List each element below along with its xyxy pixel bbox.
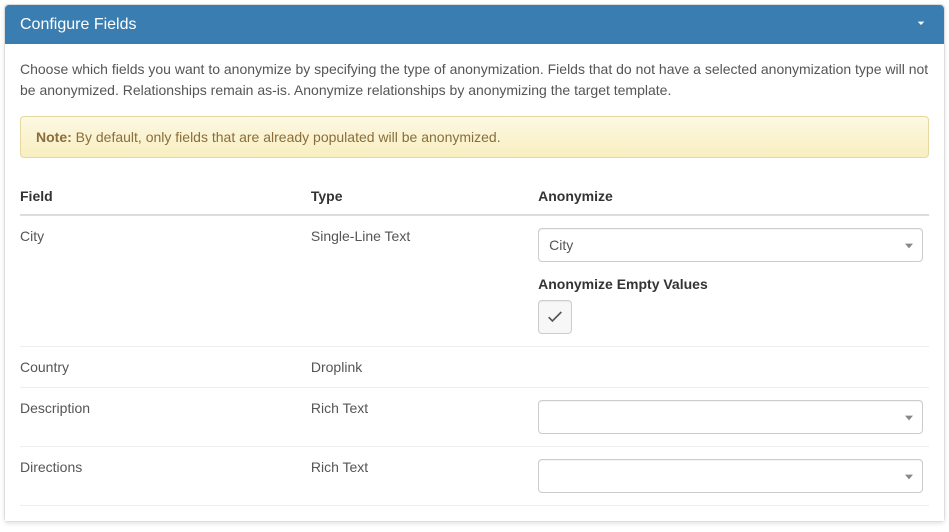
fields-table: Field Type Anonymize City Single-Line Te…: [20, 178, 929, 506]
anonymize-empty-label: Anonymize Empty Values: [538, 276, 923, 292]
table-row: Description Rich Text: [20, 388, 929, 447]
table-row: City Single-Line Text City Anonymize Emp…: [20, 215, 929, 347]
col-header-type: Type: [311, 178, 538, 215]
anonymize-select[interactable]: [538, 400, 923, 434]
anonymize-empty-checkbox[interactable]: [538, 300, 572, 334]
col-header-anonymize: Anonymize: [538, 178, 929, 215]
chevron-down-icon[interactable]: [913, 15, 929, 34]
cell-field: Description: [20, 388, 311, 447]
cell-anonymize: [538, 347, 929, 388]
panel-title: Configure Fields: [20, 16, 137, 34]
cell-field: City: [20, 215, 311, 347]
cell-anonymize: City Anonymize Empty Values: [538, 215, 929, 347]
anonymize-select[interactable]: [538, 459, 923, 493]
col-header-field: Field: [20, 178, 311, 215]
panel-header[interactable]: Configure Fields: [5, 5, 944, 44]
note-label: Note:: [36, 129, 72, 145]
panel-description: Choose which fields you want to anonymiz…: [20, 59, 929, 101]
note-text: By default, only fields that are already…: [76, 129, 501, 145]
cell-anonymize: [538, 447, 929, 506]
cell-anonymize: [538, 388, 929, 447]
configure-fields-panel: Configure Fields Choose which fields you…: [4, 4, 945, 522]
table-row: Country Droplink: [20, 347, 929, 388]
cell-type: Rich Text: [311, 388, 538, 447]
checkmark-icon: [545, 307, 565, 327]
cell-field: Directions: [20, 447, 311, 506]
anonymize-select[interactable]: City: [538, 228, 923, 262]
note-box: Note: By default, only fields that are a…: [20, 116, 929, 158]
cell-field: Country: [20, 347, 311, 388]
anonymize-select-value: City: [549, 237, 573, 253]
table-row: Directions Rich Text: [20, 447, 929, 506]
cell-type: Droplink: [311, 347, 538, 388]
cell-type: Rich Text: [311, 447, 538, 506]
cell-type: Single-Line Text: [311, 215, 538, 347]
panel-body: Choose which fields you want to anonymiz…: [5, 44, 944, 521]
